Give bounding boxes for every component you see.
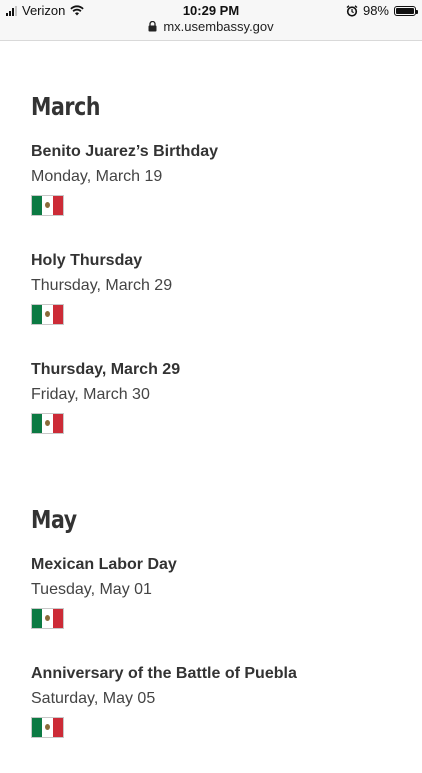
holiday-item: Thursday, March 29 Friday, March 30 [31, 360, 402, 469]
holiday-name: Mexican Labor Day [31, 556, 177, 573]
holiday-name: Holy Thursday [31, 252, 143, 269]
holiday-date: Tuesday, May 01 [31, 581, 152, 598]
holiday-item: Anniversary of the Battle of Puebla Satu… [31, 664, 402, 773]
mexico-flag-icon [31, 608, 64, 629]
mexico-flag-icon [31, 195, 64, 216]
mexico-flag-icon [31, 304, 64, 325]
holiday-list: March Benito Juarez’s Birthday Monday, M… [31, 92, 402, 773]
status-right: 98% [346, 3, 418, 18]
month-section-march: March Benito Juarez’s Birthday Monday, M… [31, 92, 402, 469]
holiday-name: Anniversary of the Battle of Puebla [31, 665, 297, 682]
holiday-item: Holy Thursday Thursday, March 29 [31, 251, 402, 360]
mexico-flag-icon [31, 413, 64, 434]
month-heading: March [31, 92, 101, 121]
battery-level [396, 7, 414, 14]
holiday-name: Benito Juarez’s Birthday [31, 143, 219, 160]
holiday-date: Saturday, May 05 [31, 690, 156, 707]
holiday-item: Benito Juarez’s Birthday Monday, March 1… [31, 142, 402, 251]
battery-icon [394, 5, 418, 16]
url-text: mx.usembassy.gov [163, 19, 274, 34]
month-section-may: May Mexican Labor Day Tuesday, May 01 An… [31, 505, 402, 773]
holiday-date: Thursday, March 29 [31, 277, 173, 294]
url-bar[interactable]: mx.usembassy.gov [0, 19, 422, 34]
holiday-date: Friday, March 30 [31, 386, 150, 403]
holiday-item: Mexican Labor Day Tuesday, May 01 [31, 555, 402, 664]
holiday-name: Thursday, March 29 [31, 361, 181, 378]
mexico-flag-icon [31, 717, 64, 738]
battery-percent: 98% [362, 3, 389, 18]
month-heading: May [31, 505, 77, 534]
lock-icon [148, 21, 157, 32]
alarm-icon [346, 4, 358, 17]
status-bar: Verizon 10:29 PM 98% mx.usembassy.gov [0, 0, 422, 41]
holiday-date: Monday, March 19 [31, 168, 163, 185]
